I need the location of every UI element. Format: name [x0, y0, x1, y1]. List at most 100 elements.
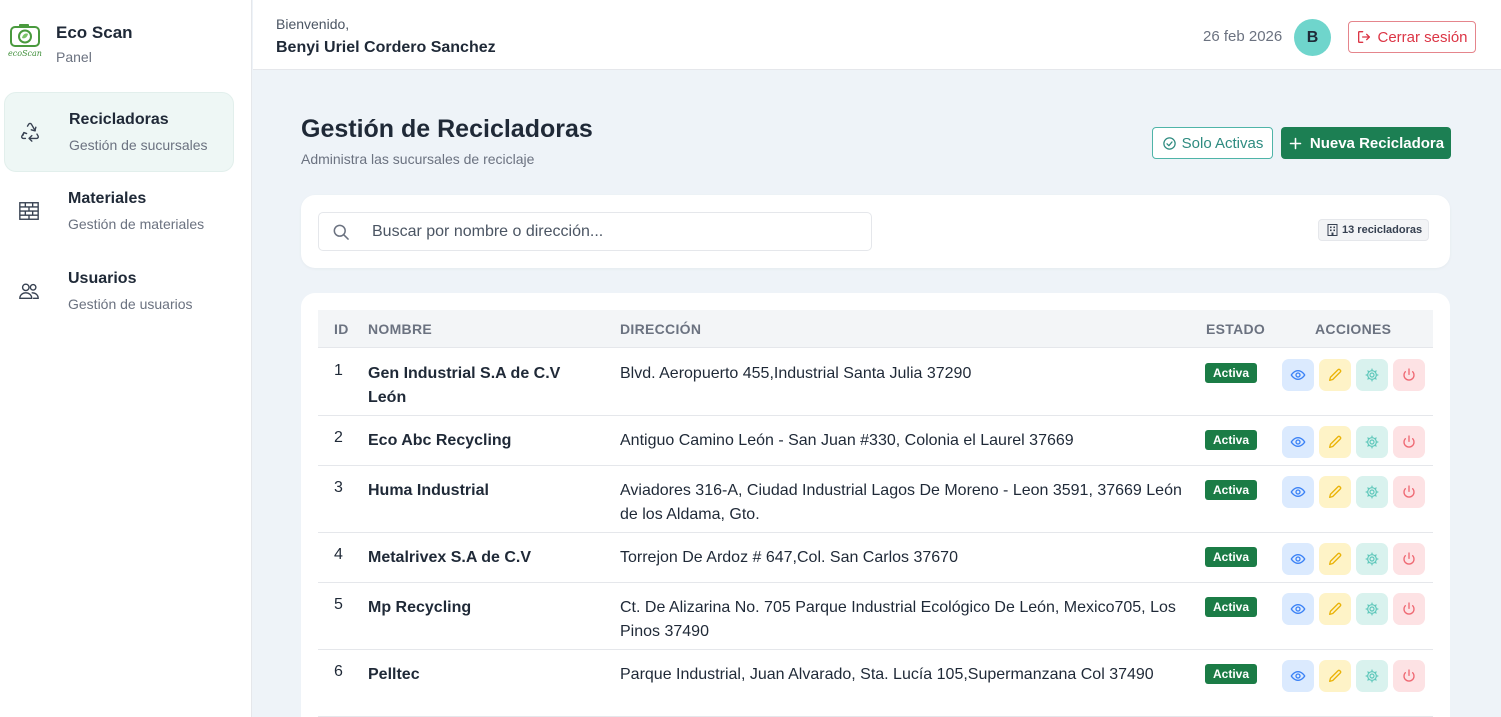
edit-button[interactable] — [1319, 476, 1351, 508]
row-address: Parque Industrial, Juan Alvarado, Sta. L… — [620, 666, 1154, 683]
users-icon — [18, 280, 40, 302]
view-button[interactable] — [1282, 359, 1314, 391]
logout-button[interactable]: Cerrar sesión — [1348, 21, 1476, 53]
column-header-address: DIRECCIÓN — [620, 321, 702, 337]
check-circle-icon — [1162, 136, 1176, 150]
edit-button[interactable] — [1319, 543, 1351, 575]
edit-button[interactable] — [1319, 359, 1351, 391]
sidebar-item-materiales[interactable]: Materiales Gestión de materiales — [4, 172, 234, 252]
row-address: Ct. De Alizarina No. 705 Parque Industri… — [620, 599, 1176, 640]
recycler-count: 13 recicladoras — [1342, 224, 1423, 236]
settings-button[interactable] — [1356, 476, 1388, 508]
search-box[interactable] — [318, 212, 872, 251]
current-date: 26 feb 2026 — [1203, 28, 1283, 45]
pencil-icon — [1329, 435, 1342, 448]
logout-label: Cerrar sesión — [1377, 28, 1468, 46]
table-row: 4 Metalrivex S.A de C.V Torrejon De Ardo… — [318, 533, 1433, 583]
sidebar-item-usuarios[interactable]: Usuarios Gestión de usuarios — [4, 252, 234, 332]
row-name: Gen Industrial S.A de C.V León — [368, 365, 561, 406]
sidebar-item-label: Usuarios — [68, 270, 137, 287]
sidebar-item-sublabel: Gestión de materiales — [68, 216, 205, 232]
settings-button[interactable] — [1356, 359, 1388, 391]
row-actions — [1282, 426, 1425, 458]
row-actions — [1282, 543, 1425, 575]
deactivate-button[interactable] — [1393, 660, 1425, 692]
view-button[interactable] — [1282, 660, 1314, 692]
column-header-actions: ACCIONES — [1315, 321, 1392, 337]
gear-icon — [1365, 552, 1379, 566]
settings-button[interactable] — [1356, 543, 1388, 575]
only-active-label: Solo Activas — [1181, 134, 1264, 152]
settings-button[interactable] — [1356, 593, 1388, 625]
eye-icon — [1290, 670, 1306, 682]
new-recycler-button[interactable]: Nueva Recicladora — [1281, 127, 1451, 159]
pencil-icon — [1329, 552, 1342, 565]
user-name: Benyi Uriel Cordero Sanchez — [276, 39, 496, 56]
row-name: Pelltec — [368, 666, 420, 683]
camera-leaf-icon — [10, 24, 40, 47]
gear-icon — [1365, 602, 1379, 616]
row-address: Torrejon De Ardoz # 647,Col. San Carlos … — [620, 549, 958, 566]
power-icon — [1403, 669, 1415, 682]
view-button[interactable] — [1282, 476, 1314, 508]
row-id: 1 — [334, 362, 343, 379]
pencil-icon — [1329, 669, 1342, 682]
table-row: 5 Mp Recycling Ct. De Alizarina No. 705 … — [318, 583, 1433, 650]
deactivate-button[interactable] — [1393, 359, 1425, 391]
eye-icon — [1290, 436, 1306, 448]
sidebar-item-label: Recicladoras — [69, 111, 169, 128]
table-row: 1 Gen Industrial S.A de C.V León Blvd. A… — [318, 349, 1433, 416]
view-button[interactable] — [1282, 426, 1314, 458]
status-badge: Activa — [1205, 664, 1258, 684]
sidebar-item-sublabel: Gestión de sucursales — [69, 137, 208, 153]
sidebar-item-recicladoras[interactable]: Recicladoras Gestión de sucursales — [4, 92, 234, 172]
power-icon — [1403, 485, 1415, 498]
table-row: 6 Pelltec Parque Industrial, Juan Alvara… — [318, 650, 1433, 717]
row-name: Metalrivex S.A de C.V — [368, 549, 532, 566]
row-address: Antiguo Camino León - San Juan #330, Col… — [620, 432, 1074, 449]
power-icon — [1403, 602, 1415, 615]
row-id: 3 — [334, 479, 343, 496]
settings-button[interactable] — [1356, 660, 1388, 692]
ecoscan-logo: ecoScan — [6, 22, 44, 66]
view-button[interactable] — [1282, 543, 1314, 575]
row-id: 6 — [334, 663, 343, 680]
sidebar-nav: Recicladoras Gestión de sucursales Mater… — [0, 92, 251, 332]
deactivate-button[interactable] — [1393, 543, 1425, 575]
only-active-button[interactable]: Solo Activas — [1152, 127, 1273, 159]
deactivate-button[interactable] — [1393, 593, 1425, 625]
sidebar: ecoScan Eco Scan Panel Recicladoras Gest — [0, 0, 252, 717]
search-card: 13 recicladoras — [301, 195, 1450, 268]
gear-icon — [1365, 669, 1379, 683]
pencil-icon — [1329, 368, 1342, 381]
row-actions — [1282, 660, 1425, 692]
brand-subtitle: Panel — [56, 49, 92, 65]
brand: ecoScan Eco Scan Panel — [0, 0, 251, 88]
row-address: Blvd. Aeropuerto 455,Industrial Santa Ju… — [620, 365, 972, 382]
search-icon — [333, 224, 349, 240]
row-id: 5 — [334, 596, 343, 613]
welcome-text: Bienvenido, — [276, 16, 350, 32]
table-row: 3 Huma Industrial Aviadores 316-A, Ciuda… — [318, 466, 1433, 533]
edit-button[interactable] — [1319, 660, 1351, 692]
logout-icon — [1358, 31, 1371, 43]
row-name: Eco Abc Recycling — [368, 432, 512, 449]
logo-text: ecoScan — [8, 49, 42, 58]
row-id: 2 — [334, 429, 343, 446]
sidebar-item-sublabel: Gestión de usuarios — [68, 296, 193, 312]
search-input[interactable] — [372, 222, 852, 241]
recycle-icon — [19, 121, 41, 143]
view-button[interactable] — [1282, 593, 1314, 625]
deactivate-button[interactable] — [1393, 476, 1425, 508]
edit-button[interactable] — [1319, 426, 1351, 458]
gear-icon — [1365, 485, 1379, 499]
edit-button[interactable] — [1319, 593, 1351, 625]
gear-icon — [1365, 435, 1379, 449]
deactivate-button[interactable] — [1393, 426, 1425, 458]
avatar[interactable]: B — [1294, 19, 1331, 56]
page-title: Gestión de Recicladoras — [301, 115, 593, 143]
settings-button[interactable] — [1356, 426, 1388, 458]
page-subtitle: Administra las sucursales de reciclaje — [301, 151, 535, 167]
status-badge: Activa — [1205, 597, 1258, 617]
status-badge: Activa — [1205, 547, 1258, 567]
